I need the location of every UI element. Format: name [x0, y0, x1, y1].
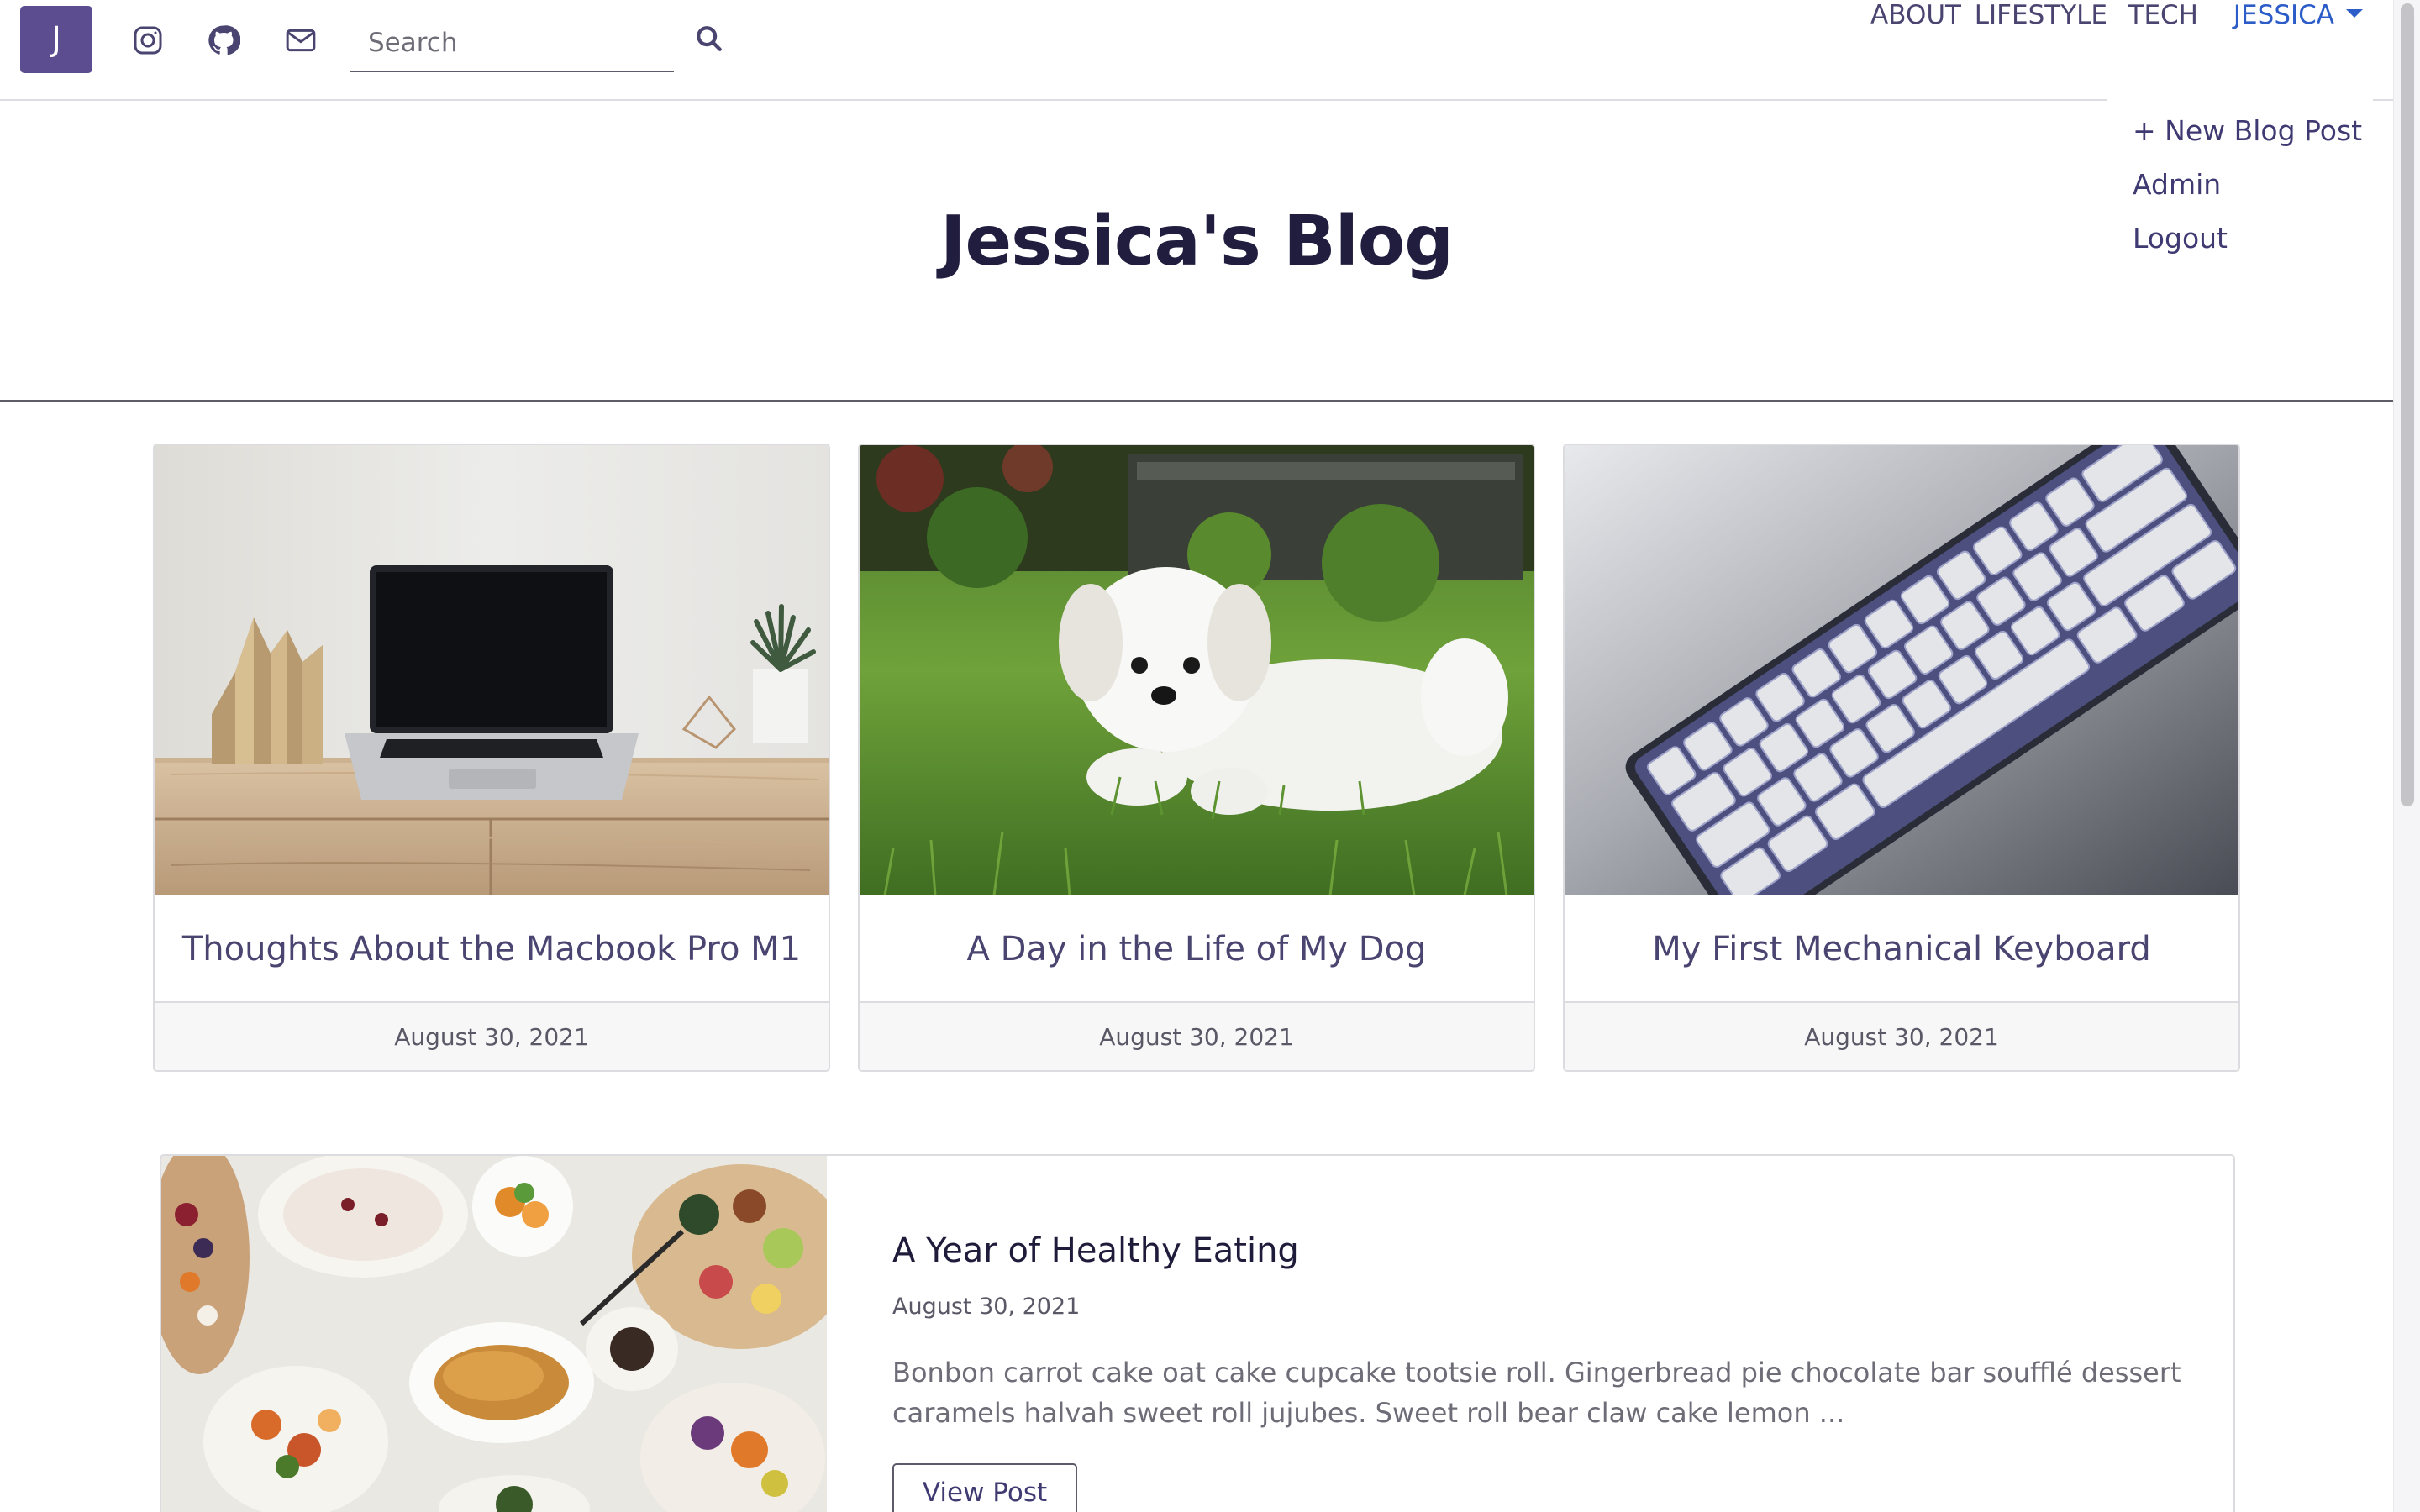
card-date: August 30, 2021 — [860, 1001, 1534, 1070]
view-post-button[interactable]: View Post — [892, 1463, 1077, 1512]
card-title-link[interactable]: My First Mechanical Keyboard — [1565, 895, 2238, 1003]
post-card[interactable]: My First Mechanical Keyboard August 30, … — [1563, 444, 2240, 1072]
featured-post-date: August 30, 2021 — [892, 1294, 1081, 1320]
nav-link-tech[interactable]: TECH — [2128, 0, 2198, 30]
search-icon[interactable] — [692, 22, 726, 55]
divider — [0, 400, 2393, 402]
featured-post: A Year of Healthy Eating August 30, 2021… — [160, 1154, 2235, 1512]
card-title-link[interactable]: Thoughts About the Macbook Pro M1 — [155, 895, 829, 1003]
card-date: August 30, 2021 — [1565, 1001, 2238, 1070]
post-card[interactable]: A Day in the Life of My Dog August 30, 2… — [858, 444, 1535, 1072]
search-input[interactable] — [350, 15, 674, 71]
scrollbar-thumb[interactable] — [2401, 3, 2414, 806]
caret-down-icon — [2346, 8, 2363, 18]
nav-link-lifestyle[interactable]: LIFESTYLE — [1975, 0, 2107, 30]
github-icon[interactable] — [203, 20, 244, 60]
card-date: August 30, 2021 — [155, 1001, 829, 1070]
dropdown-item-admin[interactable]: Admin — [2133, 168, 2221, 201]
nav-link-jessica-label: JESSICA — [2233, 0, 2334, 30]
envelope-icon[interactable] — [281, 20, 321, 60]
brand-logo[interactable]: J — [20, 6, 92, 73]
page-title: Jessica's Blog — [940, 202, 1454, 281]
featured-post-excerpt: Bonbon carrot cake oat cake cupcake toot… — [892, 1357, 2181, 1429]
post-card[interactable]: Thoughts About the Macbook Pro M1 August… — [153, 444, 830, 1072]
card-title-link[interactable]: A Day in the Life of My Dog — [860, 895, 1534, 1003]
dropdown-item-new-post[interactable]: + New Blog Post — [2133, 114, 2362, 147]
nav-link-jessica[interactable]: JESSICA — [2233, 0, 2363, 30]
laptop-image[interactable] — [155, 445, 829, 895]
navbar: J ABOUT LIFESTYLE TECH JESSICA — [0, 0, 2393, 101]
scrollbar[interactable] — [2393, 0, 2420, 1512]
instagram-icon[interactable] — [128, 20, 168, 60]
nav-link-about[interactable]: ABOUT — [1870, 0, 1961, 30]
keyboard-image[interactable] — [1565, 445, 2238, 895]
search-box — [350, 15, 674, 72]
food-image[interactable] — [161, 1156, 827, 1512]
dog-image[interactable] — [860, 445, 1534, 895]
featured-post-title[interactable]: A Year of Healthy Eating — [892, 1231, 1299, 1270]
